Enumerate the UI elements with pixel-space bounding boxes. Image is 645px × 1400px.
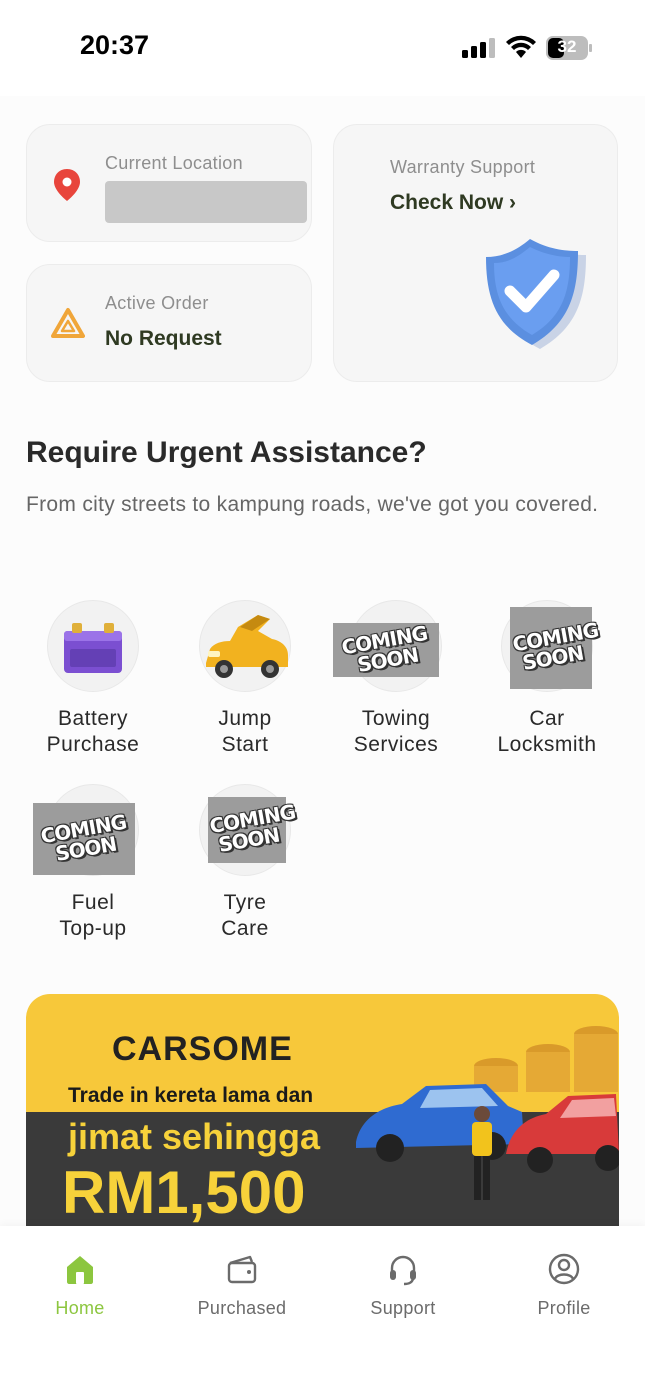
service-label-line1: Car (529, 707, 565, 730)
service-label-line2: Top-up (59, 917, 127, 940)
cellular-signal-icon (462, 38, 495, 58)
banner-brand: CARSOME (112, 1030, 293, 1068)
assistance-subheading: From city streets to kampung roads, we'v… (26, 493, 599, 516)
service-tyre-care[interactable]: COMING SOON Tyre Care (170, 784, 320, 942)
service-label-line1: Towing (361, 707, 431, 730)
location-pin-icon (54, 169, 80, 201)
headset-icon (390, 1255, 416, 1286)
wallet-icon (227, 1255, 257, 1284)
battery-service-icon (47, 600, 139, 692)
service-towing[interactable]: COMING SOON Towing Services (321, 600, 471, 758)
service-label-line1: Tyre (223, 891, 267, 914)
nav-support[interactable]: Support (333, 1252, 473, 1319)
profile-icon (548, 1253, 580, 1285)
service-car-locksmith[interactable]: COMING SOON Car Locksmith (472, 600, 622, 758)
active-order-label: Active Order (105, 293, 209, 313)
service-fuel-topup[interactable]: COMING SOON Fuel Top-up (18, 784, 168, 942)
coming-soon-badge: COMING SOON (208, 797, 297, 863)
nav-home-label: Home (55, 1298, 105, 1318)
promo-banner[interactable]: CARSOME Trade in kereta lama dan jimat s… (26, 994, 619, 1226)
status-time: 20:37 (80, 30, 150, 60)
bottom-navigation: Home Purchased Support Profile (0, 1226, 645, 1400)
service-label-line2: Start (221, 733, 269, 756)
nav-profile-label: Profile (537, 1298, 591, 1318)
service-label-line2: Care (221, 917, 269, 940)
warranty-support-card[interactable]: Warranty Support Check Now › (333, 124, 618, 382)
service-label-line2: Services (353, 733, 439, 756)
nav-purchased-label: Purchased (197, 1298, 287, 1318)
wifi-icon (506, 35, 536, 58)
coming-soon-badge: COMING SOON (333, 621, 439, 677)
home-icon (67, 1256, 93, 1284)
service-label-line1: Battery (57, 707, 129, 730)
battery-level: 32 (557, 37, 577, 56)
coming-soon-badge: COMING SOON (33, 803, 135, 875)
location-value-redacted (105, 181, 307, 223)
check-now-link[interactable]: Check Now › (390, 191, 516, 215)
assistance-heading: Require Urgent Assistance? (26, 436, 427, 469)
coming-soon-badge: COMING SOON (510, 607, 600, 689)
warning-triangle-icon (51, 308, 85, 338)
locksmith-service-icon: COMING SOON (501, 600, 600, 692)
service-label-line2: Locksmith (497, 733, 597, 756)
towing-service-icon: COMING SOON (333, 600, 442, 692)
current-location-label: Current Location (105, 153, 243, 173)
nav-profile[interactable]: Profile (494, 1252, 634, 1319)
nav-home[interactable]: Home (10, 1252, 150, 1319)
warranty-support-label: Warranty Support (390, 157, 536, 177)
service-label-line2: Purchase (46, 733, 140, 756)
fuel-service-icon: COMING SOON (33, 784, 139, 876)
shield-check-icon (486, 239, 586, 349)
service-label-line1: Jump (218, 707, 272, 730)
active-order-card[interactable]: Active Order No Request (26, 264, 312, 382)
banner-cars-image (356, 1026, 619, 1200)
nav-purchased[interactable]: Purchased (172, 1252, 312, 1319)
service-label-line1: Fuel (71, 891, 115, 914)
jump-start-service-icon (199, 600, 291, 692)
tyre-service-icon: COMING SOON (199, 784, 297, 876)
active-order-status: No Request (105, 327, 222, 350)
banner-savings-text: jimat sehingga (68, 1116, 321, 1157)
battery-icon: 32 (546, 36, 592, 60)
service-battery-purchase[interactable]: Battery Purchase (18, 600, 168, 758)
service-jump-start[interactable]: Jump Start (170, 600, 320, 758)
banner-tagline: Trade in kereta lama dan (68, 1084, 314, 1107)
current-location-card[interactable]: Current Location (26, 124, 312, 242)
nav-support-label: Support (370, 1298, 436, 1318)
status-bar: 20:37 32 (0, 0, 645, 96)
banner-amount: RM1,500 (62, 1159, 306, 1226)
